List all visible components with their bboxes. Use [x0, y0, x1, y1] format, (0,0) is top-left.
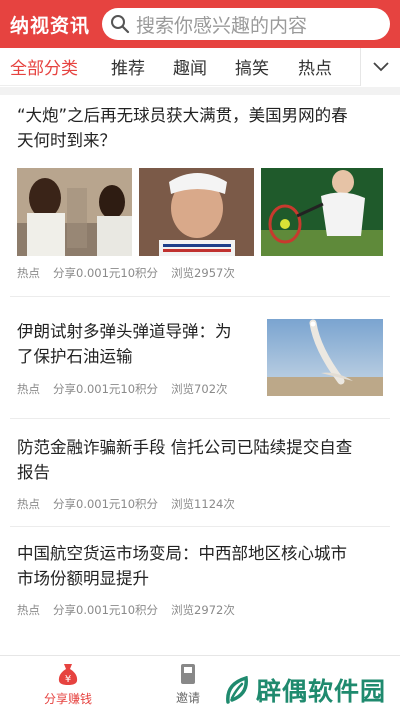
article-thumbnail [267, 319, 383, 396]
chevron-down-icon [372, 62, 389, 72]
nav-label: 分享赚钱 [43, 692, 92, 706]
tab-fun-news[interactable]: 趣闻 [173, 54, 207, 79]
invite-icon [181, 664, 195, 684]
tab-funny[interactable]: 搞笑 [235, 54, 269, 79]
watermark: 辟偶软件园 [224, 672, 386, 708]
article-views: 浏览2957次 [171, 266, 235, 280]
article-item[interactable]: 伊朗试射多弹头弹道导弹：为 了保护石油运输 热点 分享0.001元10积分 浏览… [0, 297, 400, 417]
article-title: 防范金融诈骗新手段 信托公司已陆续提交自查 报告 [17, 438, 353, 482]
article-thumbnail [17, 168, 132, 256]
nav-invite[interactable]: 邀请 [170, 656, 206, 711]
section-gap [0, 87, 400, 95]
article-item[interactable]: 中国航空货运市场变局：中西部地区核心城市 市场份额明显提升 热点 分享0.001… [0, 527, 400, 632]
article-title: “大炮”之后再无球员获大满贯，美国男网的春 天何时到来？ [17, 106, 348, 150]
article-views: 浏览2972次 [171, 603, 235, 617]
article-title: 伊朗试射多弹头弹道导弹：为 了保护石油运输 [17, 322, 232, 366]
top-header: 纳视资讯 搜索你感兴趣的内容 [0, 0, 400, 48]
article-meta: 热点 分享0.001元10积分 浏览2957次 [17, 265, 248, 281]
search-icon [111, 15, 130, 34]
article-views: 浏览1124次 [171, 497, 235, 511]
article-share-reward: 分享0.001元10积分 [53, 603, 159, 617]
article-item[interactable]: “大炮”之后再无球员获大满贯，美国男网的春 天何时到来？ 热点 分享0.001元… [0, 95, 400, 300]
article-tag: 热点 [17, 497, 40, 511]
article-tag: 热点 [17, 266, 40, 280]
tab-recommend[interactable]: 推荐 [111, 54, 145, 79]
tab-hot[interactable]: 热点 [298, 54, 332, 79]
article-thumbnail [261, 168, 383, 256]
leaf-logo-icon [226, 676, 248, 704]
search-input[interactable]: 搜索你感兴趣的内容 [102, 8, 390, 40]
article-tag: 热点 [17, 382, 40, 396]
article-share-reward: 分享0.001元10积分 [53, 497, 159, 511]
money-bag-icon: ¥ [58, 664, 78, 685]
article-meta: 热点 分享0.001元10积分 浏览2972次 [17, 602, 248, 618]
article-tag: 热点 [17, 603, 40, 617]
expand-tabs-button[interactable] [360, 48, 400, 86]
nav-share-earn[interactable]: ¥ 分享赚钱 [40, 656, 96, 711]
watermark-text: 辟偶软件园 [255, 677, 386, 706]
app-screen: 纳视资讯 搜索你感兴趣的内容 全部分类 推荐 趣闻 搞笑 热点 “大炮”之后再无… [0, 0, 400, 711]
category-tabs: 全部分类 推荐 趣闻 搞笑 热点 [0, 48, 400, 86]
svg-text:¥: ¥ [65, 674, 71, 685]
tab-all-categories[interactable]: 全部分类 [10, 54, 78, 79]
app-brand: 纳视资讯 [10, 14, 91, 37]
article-views: 浏览702次 [171, 382, 228, 396]
article-share-reward: 分享0.001元10积分 [53, 382, 159, 396]
article-title: 中国航空货运市场变局：中西部地区核心城市 市场份额明显提升 [17, 544, 347, 588]
article-thumbnail [139, 168, 254, 256]
article-meta: 热点 分享0.001元10积分 浏览1124次 [17, 496, 248, 512]
article-share-reward: 分享0.001元10积分 [53, 266, 159, 280]
nav-label: 邀请 [175, 691, 200, 705]
article-meta: 热点 分享0.001元10积分 浏览702次 [17, 381, 241, 397]
article-item[interactable]: 防范金融诈骗新手段 信托公司已陆续提交自查 报告 热点 分享0.001元10积分… [0, 419, 400, 529]
bottom-nav-bar: ¥ 分享赚钱 邀请 辟偶软件园 [0, 655, 400, 711]
search-placeholder: 搜索你感兴趣的内容 [136, 14, 308, 37]
